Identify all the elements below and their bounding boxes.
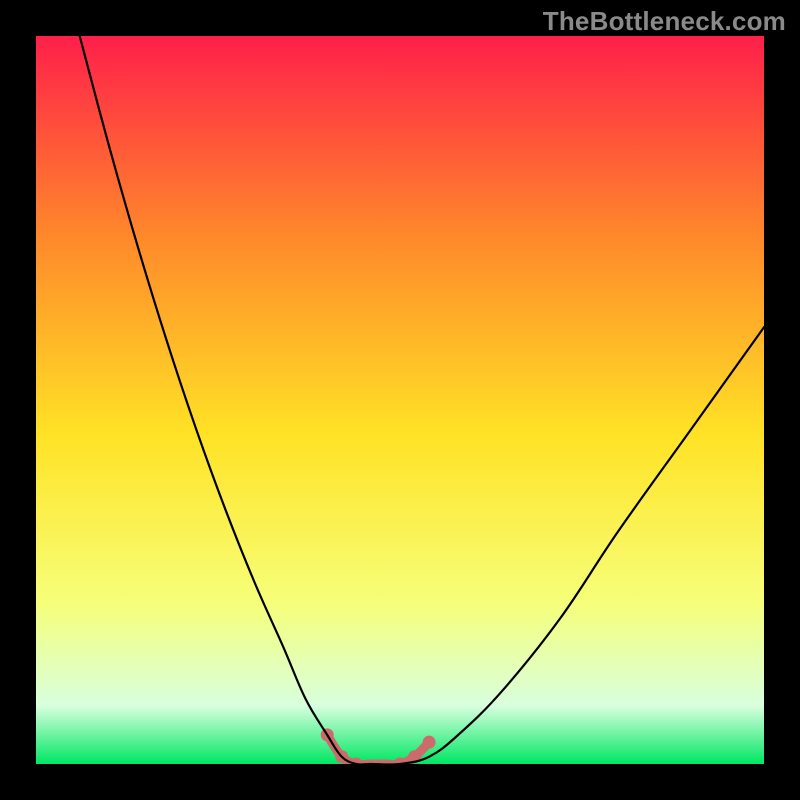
gradient-background <box>36 36 764 764</box>
bottleneck-chart <box>0 0 800 800</box>
watermark-text: TheBottleneck.com <box>543 6 786 37</box>
chart-frame: TheBottleneck.com <box>0 0 800 800</box>
valley-dot <box>423 736 436 749</box>
